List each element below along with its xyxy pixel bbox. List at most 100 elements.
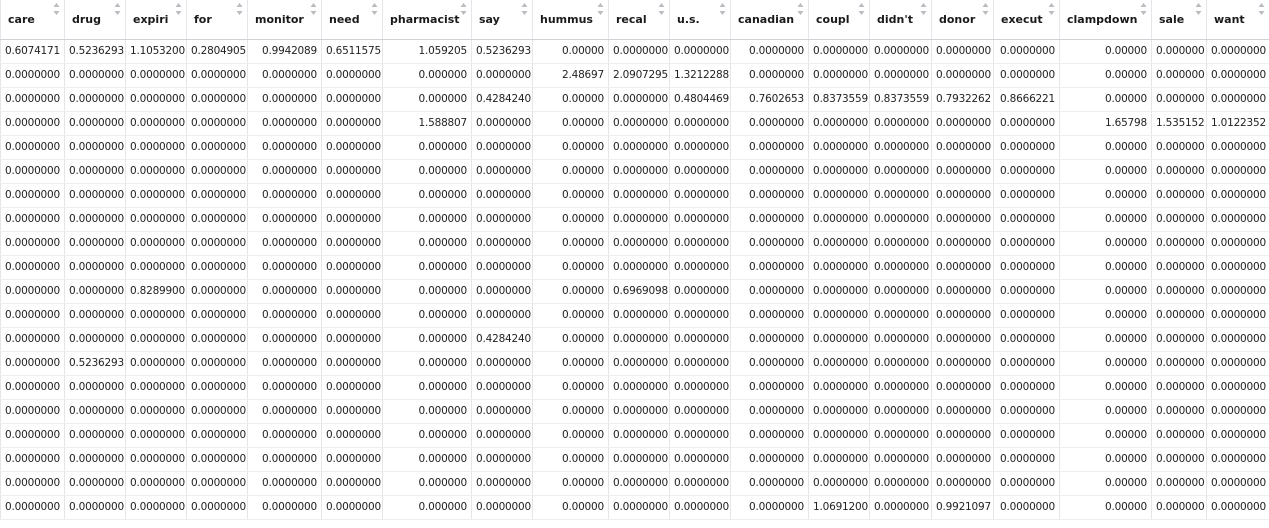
- table-cell: 0.000000: [382, 231, 472, 256]
- table-cell: 0.0000000: [0, 375, 65, 400]
- table-cell: 0.0000000: [808, 63, 870, 88]
- table-cell: 0.0000000: [125, 423, 187, 448]
- sort-arrows-icon[interactable]: [1195, 2, 1202, 16]
- table-cell: 0.0000000: [993, 39, 1060, 64]
- sort-arrows-icon[interactable]: [797, 2, 804, 16]
- table-row: 0.0000000 0.0000000 0.0000000 0.0000000 0.00…: [0, 183, 1269, 208]
- column-header-want[interactable]: want: [1206, 0, 1269, 40]
- table-cell: 0.0000000: [869, 375, 932, 400]
- table-cell: 0.0000000: [0, 399, 65, 424]
- column-header-say[interactable]: say: [471, 0, 533, 40]
- column-header-drug[interactable]: drug: [64, 0, 126, 40]
- table-cell: 0.0000000: [186, 159, 248, 184]
- sort-arrows-icon[interactable]: [310, 2, 317, 16]
- table-cell: 0.0000000: [730, 255, 809, 280]
- table-cell: 0.0000000: [247, 111, 322, 136]
- table-cell: 0.0000000: [125, 183, 187, 208]
- column-header-pharmacist[interactable]: pharmacist: [382, 0, 472, 40]
- sort-arrows-icon[interactable]: [53, 2, 60, 16]
- table-cell: 0.000000: [382, 255, 472, 280]
- table-cell: 0.000000: [382, 447, 472, 472]
- table-cell: 0.0000000: [808, 231, 870, 256]
- table-cell: 0.0000000: [321, 375, 383, 400]
- table-cell: 0.0000000: [125, 375, 187, 400]
- table-row: 0.0000000 0.0000000 0.0000000 0.0000000 0.00…: [0, 375, 1269, 400]
- table-cell: 0.4284240: [471, 87, 533, 112]
- column-header-label: canadian: [738, 12, 795, 26]
- table-cell: 0.000000: [382, 279, 472, 304]
- column-header-hummus[interactable]: hummus: [532, 0, 609, 40]
- table-row: 0.0000000 0.0000000 0.0000000 0.0000000 0.00…: [0, 423, 1269, 448]
- table-cell: 0.0000000: [808, 399, 870, 424]
- table-cell: 0.0000000: [1206, 87, 1269, 112]
- table-cell: 0.0000000: [64, 111, 126, 136]
- table-cell: 0.0000000: [993, 231, 1060, 256]
- table-cell: 0.0000000: [64, 279, 126, 304]
- table-cell: 0.000000: [1151, 159, 1207, 184]
- sort-arrows-icon[interactable]: [371, 2, 378, 16]
- column-header-donor[interactable]: donor: [931, 0, 994, 40]
- sort-arrows-icon[interactable]: [858, 2, 865, 16]
- table-cell: 0.0000000: [247, 399, 322, 424]
- column-header-u-s-[interactable]: u.s.: [669, 0, 731, 40]
- sort-arrows-icon[interactable]: [175, 2, 182, 16]
- sort-arrows-icon[interactable]: [1258, 2, 1265, 16]
- table-cell: 0.0000000: [471, 207, 533, 232]
- table-cell: 0.0000000: [321, 183, 383, 208]
- table-cell: 0.0000000: [608, 327, 670, 352]
- column-header-sale[interactable]: sale: [1151, 0, 1207, 40]
- sort-arrows-icon[interactable]: [982, 2, 989, 16]
- column-header-canadian[interactable]: canadian: [730, 0, 809, 40]
- column-header-execut[interactable]: execut: [993, 0, 1060, 40]
- table-row: 0.0000000 0.0000000 0.0000000 0.0000000 0.00…: [0, 135, 1269, 160]
- sort-arrows-icon[interactable]: [1140, 2, 1147, 16]
- table-cell: 0.0000000: [869, 471, 932, 496]
- table-cell: 0.0000000: [247, 135, 322, 160]
- table-cell: 0.0000000: [730, 351, 809, 376]
- sort-arrows-icon[interactable]: [719, 2, 726, 16]
- table-cell: 0.000000: [382, 135, 472, 160]
- table-cell: 0.0000000: [669, 471, 731, 496]
- column-header-need[interactable]: need: [321, 0, 383, 40]
- table-cell: 0.0000000: [808, 423, 870, 448]
- table-cell: 0.0000000: [608, 375, 670, 400]
- table-cell: 0.0000000: [869, 327, 932, 352]
- column-header-care[interactable]: care: [0, 0, 65, 40]
- sort-arrows-icon[interactable]: [1048, 2, 1055, 16]
- table-cell: 0.0000000: [669, 423, 731, 448]
- sort-arrows-icon[interactable]: [597, 2, 604, 16]
- table-cell: 0.0000000: [321, 303, 383, 328]
- table-cell: 0.0000000: [669, 327, 731, 352]
- column-header-for[interactable]: for: [186, 0, 248, 40]
- table-cell: 0.0000000: [993, 303, 1060, 328]
- sort-arrows-icon[interactable]: [236, 2, 243, 16]
- table-cell: 0.0000000: [186, 87, 248, 112]
- table-cell: 0.00000: [1059, 495, 1152, 520]
- sort-arrows-icon[interactable]: [920, 2, 927, 16]
- table-cell: 0.0000000: [808, 471, 870, 496]
- table-cell: 0.0000000: [471, 279, 533, 304]
- table-cell: 0.000000: [1151, 279, 1207, 304]
- sort-arrows-icon[interactable]: [460, 2, 467, 16]
- table-cell: 0.0000000: [931, 471, 994, 496]
- column-header-recal[interactable]: recal: [608, 0, 670, 40]
- table-cell: 0.0000000: [0, 159, 65, 184]
- sort-arrows-icon[interactable]: [658, 2, 665, 16]
- column-header-didn-t[interactable]: didn't: [869, 0, 932, 40]
- table-cell: 0.0000000: [730, 423, 809, 448]
- table-cell: 1.535152: [1151, 111, 1207, 136]
- table-cell: 0.0000000: [869, 351, 932, 376]
- table-cell: 0.0000000: [1206, 351, 1269, 376]
- column-header-clampdown[interactable]: clampdown: [1059, 0, 1152, 40]
- column-header-coupl[interactable]: coupl: [808, 0, 870, 40]
- sort-arrows-icon[interactable]: [114, 2, 121, 16]
- column-header-monitor[interactable]: monitor: [247, 0, 322, 40]
- table-cell: 0.0000000: [1206, 39, 1269, 64]
- sort-arrows-icon[interactable]: [521, 2, 528, 16]
- column-header-expiri[interactable]: expiri: [125, 0, 187, 40]
- table-cell: 0.0000000: [64, 375, 126, 400]
- table-cell: 0.0000000: [730, 375, 809, 400]
- table-cell: 0.8373559: [808, 87, 870, 112]
- table-cell: 0.00000: [1059, 63, 1152, 88]
- table-cell: 0.00000: [1059, 87, 1152, 112]
